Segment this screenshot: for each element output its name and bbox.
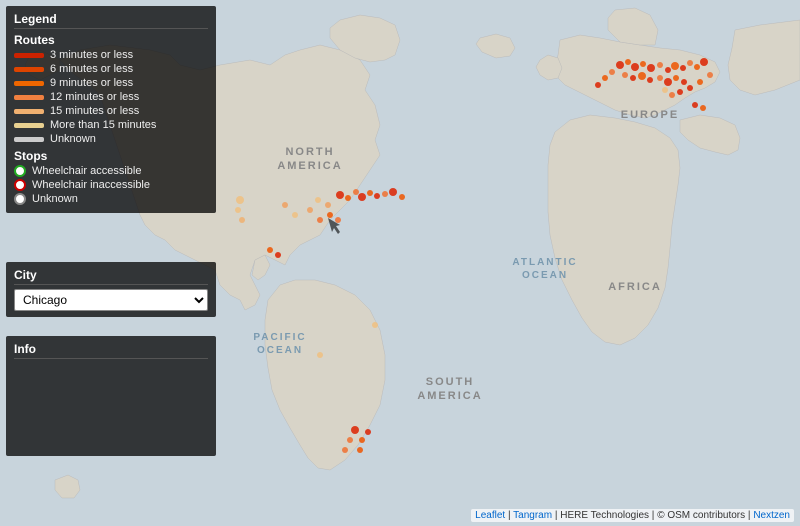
legend-stop-1: Wheelchair accessible (14, 165, 208, 177)
route-5-icon (14, 109, 44, 114)
nextzen-link[interactable]: Nextzen (753, 510, 790, 521)
legend-title: Legend (14, 12, 208, 29)
legend-panel: Legend Routes 3 minutes or less 6 minute… (6, 6, 216, 213)
route-4-label: 12 minutes or less (50, 91, 139, 103)
leaflet-link[interactable]: Leaflet (475, 510, 505, 521)
svg-text:NORTH: NORTH (285, 146, 334, 158)
legend-route-3: 9 minutes or less (14, 77, 208, 89)
stop-3-icon (14, 193, 26, 205)
stops-label: Stops (14, 149, 208, 163)
map-container[interactable]: PACIFIC OCEAN ATLANTIC OCEAN NORTH AMERI… (0, 0, 800, 526)
city-select-wrapper: Chicago New York Los Angeles London Pari… (14, 289, 208, 311)
legend-stop-3: Unknown (14, 193, 208, 205)
route-5-label: 15 minutes or less (50, 105, 139, 117)
route-3-label: 9 minutes or less (50, 77, 133, 89)
svg-text:OCEAN: OCEAN (522, 270, 568, 281)
stop-3-label: Unknown (32, 193, 78, 205)
route-4-icon (14, 95, 44, 100)
route-6-icon (14, 123, 44, 128)
info-title: Info (14, 342, 208, 359)
stop-1-label: Wheelchair accessible (32, 165, 141, 177)
route-6-label: More than 15 minutes (50, 119, 156, 131)
stop-2-icon (14, 179, 26, 191)
city-title: City (14, 268, 208, 285)
osm-text: © OSM contributors (657, 510, 745, 521)
here-text: HERE Technologies (560, 510, 649, 521)
svg-text:AMERICA: AMERICA (277, 160, 342, 172)
route-1-label: 3 minutes or less (50, 49, 133, 61)
svg-text:AFRICA: AFRICA (608, 281, 662, 293)
legend-route-7: Unknown (14, 133, 208, 145)
legend-route-5: 15 minutes or less (14, 105, 208, 117)
legend-stop-2: Wheelchair inaccessible (14, 179, 208, 191)
tangram-link[interactable]: Tangram (513, 510, 552, 521)
legend-route-4: 12 minutes or less (14, 91, 208, 103)
stop-2-label: Wheelchair inaccessible (32, 179, 150, 191)
route-2-label: 6 minutes or less (50, 63, 133, 75)
route-3-icon (14, 81, 44, 86)
svg-text:EUROPE: EUROPE (621, 109, 679, 121)
route-2-icon (14, 67, 44, 72)
city-panel: City Chicago New York Los Angeles London… (6, 262, 216, 317)
attribution: Leaflet | Tangram | HERE Technologies | … (471, 509, 794, 522)
route-7-icon (14, 137, 44, 142)
svg-text:ATLANTIC: ATLANTIC (512, 257, 577, 268)
legend-route-1: 3 minutes or less (14, 49, 208, 61)
legend-route-6: More than 15 minutes (14, 119, 208, 131)
routes-label: Routes (14, 33, 208, 47)
svg-text:OCEAN: OCEAN (257, 345, 303, 356)
svg-text:SOUTH: SOUTH (426, 376, 475, 388)
route-7-label: Unknown (50, 133, 96, 145)
city-select[interactable]: Chicago New York Los Angeles London Pari… (14, 289, 208, 311)
stop-1-icon (14, 165, 26, 177)
svg-text:AMERICA: AMERICA (417, 390, 482, 402)
legend-route-2: 6 minutes or less (14, 63, 208, 75)
route-1-icon (14, 53, 44, 58)
svg-text:PACIFIC: PACIFIC (253, 332, 306, 343)
info-panel: Info (6, 336, 216, 456)
